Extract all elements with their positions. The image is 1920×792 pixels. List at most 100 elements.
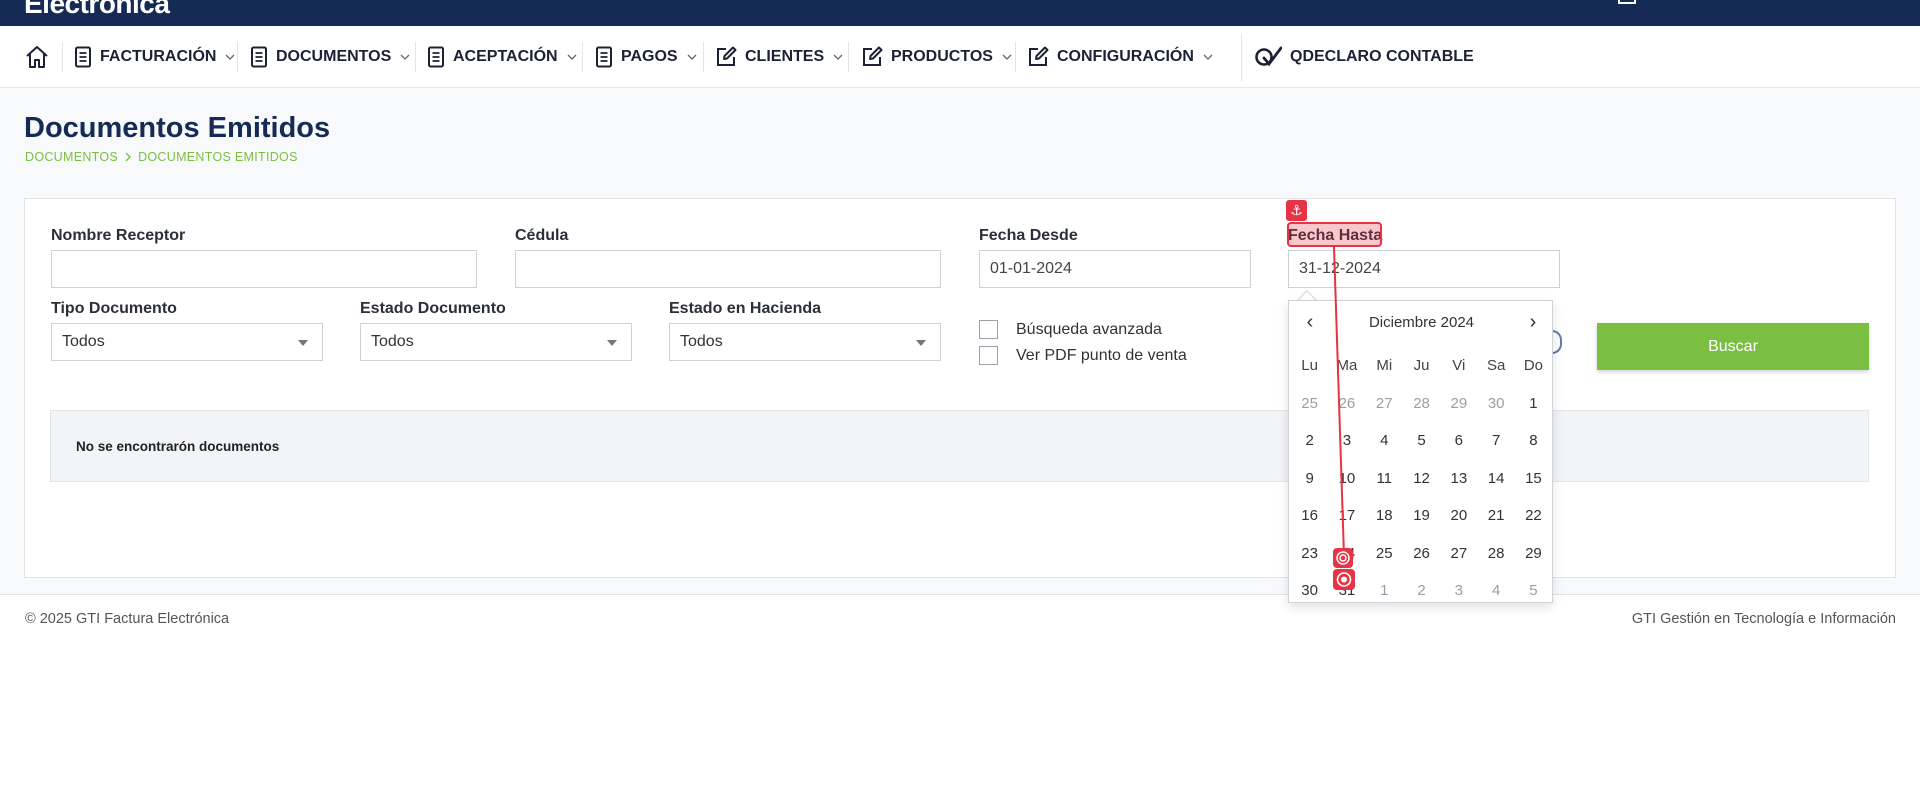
anchor-icon: ⚓	[1286, 200, 1307, 221]
calendar-day[interactable]: 14	[1477, 460, 1514, 498]
calendar-day[interactable]: 21	[1477, 497, 1514, 535]
calendar-day[interactable]: 15	[1515, 460, 1552, 498]
calendar-day[interactable]: 26	[1403, 535, 1440, 573]
estado-hacienda-select[interactable]: Todos	[669, 323, 941, 361]
chevron-down-icon	[400, 54, 410, 60]
calendar-day[interactable]: 2	[1403, 572, 1440, 610]
top-brand-bar: Electrónica	[0, 0, 1920, 26]
calendar-day[interactable]: 19	[1403, 497, 1440, 535]
prev-month-button[interactable]: ‹	[1303, 311, 1317, 334]
calendar-day[interactable]: 4	[1477, 572, 1514, 610]
nav-label: QDECLARO CONTABLE	[1290, 48, 1474, 65]
calendar-day[interactable]: 22	[1515, 497, 1552, 535]
weekday-header: Ju	[1413, 357, 1430, 375]
edit-icon	[863, 46, 883, 66]
calendar-day[interactable]: 30	[1291, 572, 1328, 610]
user-icon[interactable]	[1618, 0, 1636, 4]
empty-text: No se encontrarón documentos	[76, 438, 280, 454]
calendar-day[interactable]: 3	[1440, 572, 1477, 610]
brand-name: Electrónica	[24, 0, 170, 19]
calendar-day[interactable]: 28	[1477, 535, 1514, 573]
nav-label: PRODUCTOS	[891, 48, 993, 65]
ver-pdf-checkbox[interactable]: Ver PDF punto de venta	[979, 346, 1187, 365]
calendar-day[interactable]: 25	[1291, 385, 1328, 423]
calendar-day[interactable]: 18	[1366, 497, 1403, 535]
calendar-day[interactable]: 10	[1328, 460, 1365, 498]
calendar-day[interactable]: 30	[1477, 385, 1514, 423]
nav-aceptacion[interactable]: ACEPTACIÓN	[427, 26, 578, 88]
estado-documento-label: Estado Documento	[360, 300, 506, 317]
calendar-day[interactable]: 7	[1477, 422, 1514, 460]
breadcrumb-documentos[interactable]: DOCUMENTOS	[25, 150, 118, 164]
calendar-day[interactable]: 25	[1366, 535, 1403, 573]
calendar-day[interactable]: 26	[1328, 385, 1365, 423]
nav-configuracion[interactable]: CONFIGURACIÓN	[1027, 26, 1214, 88]
nombre-receptor-label: Nombre Receptor	[51, 227, 186, 244]
checkbox-box[interactable]	[979, 346, 998, 365]
calendar-day[interactable]: 27	[1366, 385, 1403, 423]
datepicker-header: ‹ Diciembre 2024 ›	[1289, 311, 1554, 333]
nav-pagos[interactable]: PAGOS	[595, 26, 698, 88]
calendar-day[interactable]: 4	[1366, 422, 1403, 460]
calendar-day[interactable]: 13	[1440, 460, 1477, 498]
fecha-desde-label: Fecha Desde	[979, 227, 1078, 244]
calendar-day[interactable]: 11	[1366, 460, 1403, 498]
calendar-day[interactable]: 1	[1366, 572, 1403, 610]
calendar-day[interactable]: 29	[1515, 535, 1552, 573]
nav-label: CONFIGURACIÓN	[1057, 48, 1194, 65]
busqueda-avanzada-checkbox[interactable]: Búsqueda avanzada	[979, 320, 1162, 339]
calendar-day[interactable]: 1	[1515, 385, 1552, 423]
nav-clientes[interactable]: CLIENTES	[715, 26, 844, 88]
document-icon	[428, 46, 444, 68]
nav-documentos[interactable]: DOCUMENTOS	[250, 26, 411, 88]
dropdown-arrow-icon	[916, 340, 926, 346]
calendar-day[interactable]: 27	[1440, 535, 1477, 573]
nav-qdeclaro[interactable]: QDECLARO CONTABLE	[1254, 26, 1474, 88]
calendar-day[interactable]: 12	[1403, 460, 1440, 498]
estado-hacienda-label: Estado en Hacienda	[669, 300, 822, 317]
target-icon	[1333, 548, 1353, 568]
edit-icon	[1029, 46, 1049, 66]
calendar-day[interactable]: 3	[1328, 422, 1365, 460]
buscar-button[interactable]: Buscar	[1597, 323, 1869, 370]
calendar-day[interactable]: 6	[1440, 422, 1477, 460]
calendar-day[interactable]: 2	[1291, 422, 1328, 460]
calendar-day[interactable]: 28	[1403, 385, 1440, 423]
home-button[interactable]	[24, 26, 50, 88]
calendar-day[interactable]: 5	[1515, 572, 1552, 610]
cedula-input[interactable]	[515, 250, 941, 288]
fecha-hasta-input[interactable]	[1288, 250, 1560, 288]
calendar-day[interactable]: 20	[1440, 497, 1477, 535]
calendar-day[interactable]: 5	[1403, 422, 1440, 460]
estado-documento-select[interactable]: Todos	[360, 323, 632, 361]
calendar-day[interactable]: 9	[1291, 460, 1328, 498]
empty-results-message: No se encontrarón documentos	[50, 410, 1869, 482]
dropdown-arrow-icon	[298, 340, 308, 346]
weekday-header: Vi	[1452, 357, 1466, 375]
datepicker-month-label[interactable]: Diciembre 2024	[1369, 314, 1474, 331]
weekday-header: Do	[1523, 357, 1544, 375]
calendar-day[interactable]: 23	[1291, 535, 1328, 573]
nav-productos[interactable]: PRODUCTOS	[861, 26, 1013, 88]
checkbox-box[interactable]	[979, 320, 998, 339]
breadcrumb-documentos-emitidos[interactable]: DOCUMENTOS EMITIDOS	[138, 150, 298, 164]
weekday-header: Lu	[1301, 357, 1318, 375]
select-value: Todos	[62, 333, 105, 350]
main-nav: FACTURACIÓN DOCUMENTOS ACEPTACIÓN PAGOS …	[0, 26, 1920, 88]
calendar-day[interactable]: 8	[1515, 422, 1552, 460]
tipo-documento-select[interactable]: Todos	[51, 323, 323, 361]
nav-facturacion[interactable]: FACTURACIÓN	[74, 26, 236, 88]
nav-label: ACEPTACIÓN	[453, 48, 558, 65]
next-month-button[interactable]: ›	[1526, 311, 1540, 334]
nombre-receptor-input[interactable]	[51, 250, 477, 288]
calendar-day[interactable]: 17	[1328, 497, 1365, 535]
checkbox-label: Ver PDF punto de venta	[1016, 346, 1187, 364]
annotation-highlight	[1287, 222, 1382, 247]
calendar-day[interactable]: 16	[1291, 497, 1328, 535]
dropdown-arrow-icon	[607, 340, 617, 346]
chevron-down-icon	[1203, 54, 1213, 60]
chevron-down-icon	[687, 54, 697, 60]
calendar-day[interactable]: 29	[1440, 385, 1477, 423]
fecha-desde-input[interactable]	[979, 250, 1251, 288]
select-value: Todos	[371, 333, 414, 350]
